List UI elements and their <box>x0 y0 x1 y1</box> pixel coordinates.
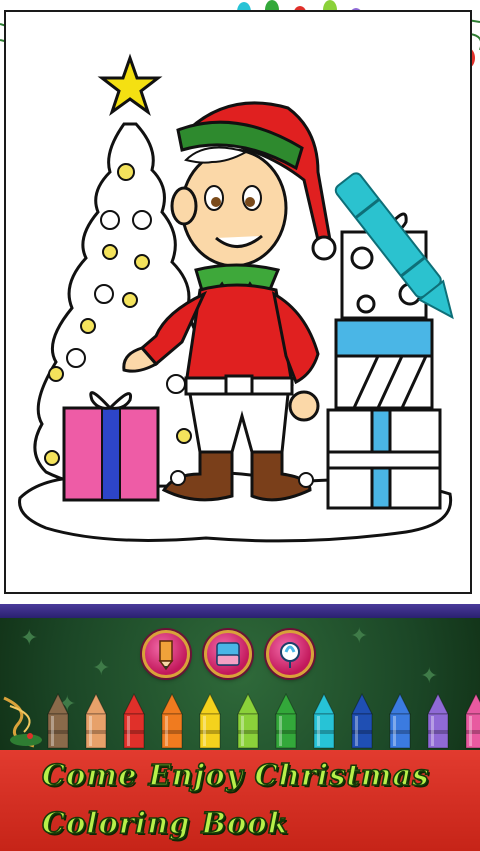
eraser-tool-button[interactable] <box>204 630 252 678</box>
crayon-7[interactable] <box>275 692 297 749</box>
crayon-4[interactable] <box>161 692 183 749</box>
pink-gift-box <box>62 391 160 502</box>
fill-tool-button[interactable] <box>266 630 314 678</box>
crayon-5[interactable] <box>199 692 221 749</box>
tree-star <box>97 53 163 116</box>
crayon-3[interactable] <box>123 692 145 749</box>
star-decoration-icon: ✦ <box>92 656 111 681</box>
crayon-1[interactable] <box>47 692 69 749</box>
promo-banner: Come Enjoy Christmas Coloring Book <box>0 750 480 851</box>
paint-bucket-icon <box>280 642 300 668</box>
eraser-icon <box>216 642 240 666</box>
crayon-palette <box>3 692 480 749</box>
star-decoration-icon: ✦ <box>20 626 39 651</box>
crayon-8[interactable] <box>313 692 335 749</box>
pencil-icon <box>158 640 174 671</box>
elf-coloring-page-illustration[interactable] <box>6 12 470 592</box>
crayon-9[interactable] <box>351 692 373 749</box>
pencil-tool-button[interactable] <box>142 630 190 678</box>
banner-title-line1: Come Enjoy Christmas <box>41 757 430 793</box>
star-decoration-icon: ✦ <box>420 664 439 689</box>
panel-divider <box>0 604 480 618</box>
crayon-6[interactable] <box>237 692 259 749</box>
crayon-10[interactable] <box>389 692 411 749</box>
crayon-2[interactable] <box>85 692 107 749</box>
crayon-12[interactable] <box>465 692 480 749</box>
star-decoration-icon: ✦ <box>350 624 369 649</box>
crayon-11[interactable] <box>427 692 449 749</box>
coloring-canvas[interactable] <box>4 10 472 594</box>
banner-title-line2: Coloring Book <box>41 805 289 841</box>
